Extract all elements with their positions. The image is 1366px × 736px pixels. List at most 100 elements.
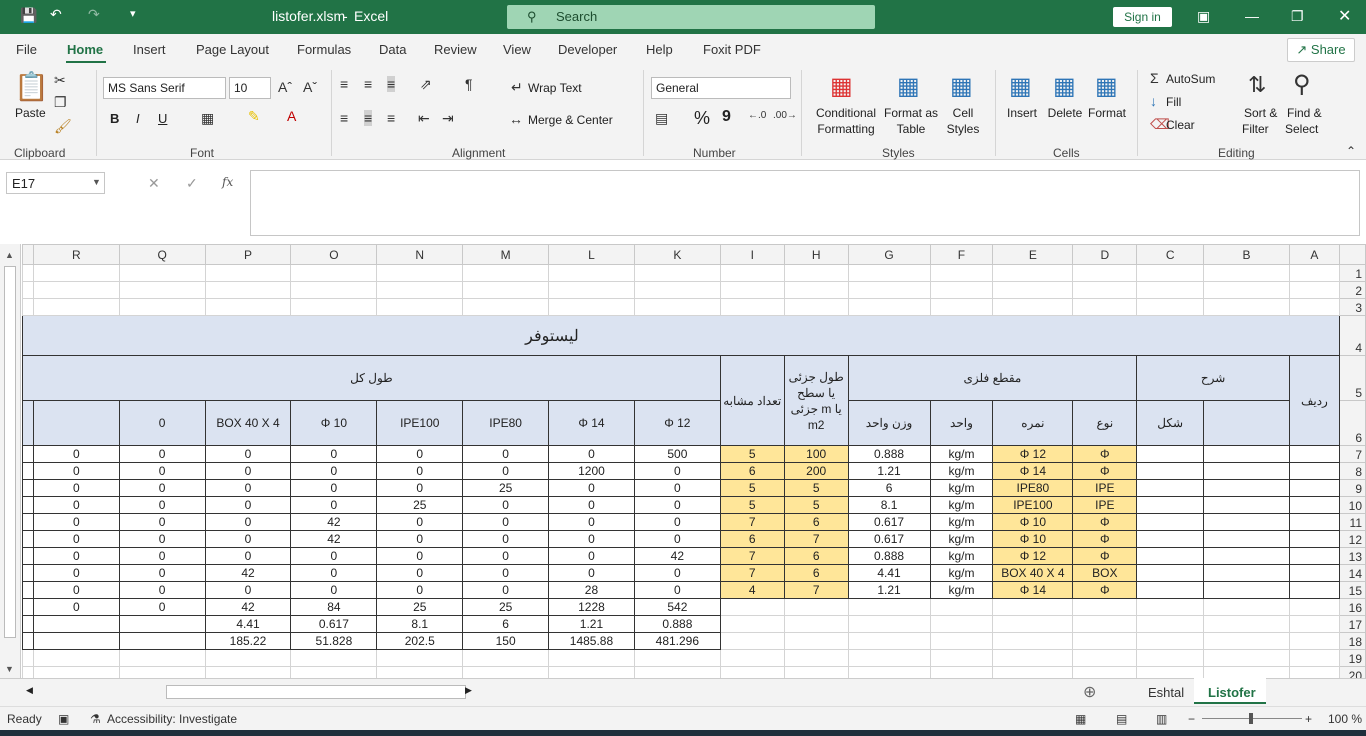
cell-l[interactable]: 0	[548, 530, 635, 548]
cell[interactable]	[22, 281, 34, 299]
cell[interactable]	[992, 281, 1074, 299]
cell-l[interactable]: 0	[548, 513, 635, 531]
cell-size[interactable]: Φ 12	[992, 445, 1074, 463]
cell[interactable]	[204, 298, 292, 316]
cell-partial-length[interactable]: 100	[783, 445, 849, 463]
cell[interactable]	[929, 615, 994, 633]
cell-count[interactable]: 4	[719, 581, 785, 599]
header-cell[interactable]	[22, 400, 34, 446]
cell[interactable]	[118, 632, 206, 650]
cell[interactable]	[1203, 462, 1290, 480]
zoom-in-icon[interactable]: +	[1305, 712, 1312, 726]
cell[interactable]	[1288, 598, 1340, 616]
insert-function-button[interactable]: fx	[222, 175, 233, 189]
increase-decimal-icon[interactable]: ←.0	[748, 110, 766, 121]
cell-q[interactable]: 0	[118, 530, 206, 548]
cell-o[interactable]: 42	[290, 513, 378, 531]
column-header[interactable]: L	[548, 244, 635, 265]
tab-home[interactable]: Home	[67, 42, 103, 57]
cell-o[interactable]: 0	[290, 479, 378, 497]
cell-unit[interactable]: kg/m	[929, 479, 994, 497]
row-header[interactable]: 9	[1338, 479, 1366, 497]
increase-indent-icon[interactable]: ⇥	[442, 110, 454, 127]
share-button[interactable]: ↗ Share	[1287, 38, 1355, 62]
cell[interactable]	[22, 598, 34, 616]
cell-row-number[interactable]	[1288, 445, 1340, 463]
cell-total[interactable]: 0	[32, 598, 120, 616]
cell-unit[interactable]: kg/m	[929, 462, 994, 480]
find-select-button[interactable]: Find &	[1287, 106, 1322, 120]
cell-n[interactable]: 0	[376, 564, 464, 582]
cell-size[interactable]: Φ 10	[992, 530, 1074, 548]
header-size-column[interactable]: BOX 40 X 4	[204, 400, 292, 446]
cell[interactable]	[118, 649, 206, 667]
cell[interactable]	[22, 298, 34, 316]
format-as-table-button[interactable]: Format as	[884, 106, 938, 120]
accessibility-status[interactable]: Accessibility: Investigate	[107, 712, 237, 726]
cell[interactable]	[1136, 598, 1205, 616]
cell-size[interactable]: Φ 10	[992, 513, 1074, 531]
decrease-font-icon[interactable]: Aˇ	[303, 79, 317, 95]
align-left-icon[interactable]: ≡	[340, 110, 348, 126]
cell-o[interactable]: 42	[290, 530, 378, 548]
cell-row-number[interactable]	[1288, 513, 1340, 531]
cell[interactable]	[847, 281, 931, 299]
cell[interactable]	[633, 281, 721, 299]
cell-q[interactable]: 0	[118, 496, 206, 514]
cell[interactable]	[719, 298, 785, 316]
scroll-left-icon[interactable]: ◀	[26, 685, 33, 696]
cell[interactable]	[929, 632, 994, 650]
name-box-dropdown-icon[interactable]: ▼	[92, 177, 101, 187]
cell[interactable]	[719, 666, 785, 678]
cell-unit-weight-total[interactable]: 0.617	[290, 615, 378, 633]
row-header[interactable]: 11	[1338, 513, 1366, 531]
cell-row-number[interactable]	[1288, 581, 1340, 599]
cell[interactable]	[1288, 298, 1340, 316]
cell[interactable]	[847, 666, 931, 678]
cell[interactable]	[783, 598, 849, 616]
font-name-select[interactable]: MS Sans Serif	[103, 77, 226, 99]
cell-type[interactable]: Φ	[1072, 547, 1138, 565]
cell-l[interactable]: 28	[548, 581, 635, 599]
column-header[interactable]: Q	[118, 244, 206, 265]
cell[interactable]	[1203, 666, 1290, 678]
cell-total[interactable]: 542	[633, 598, 721, 616]
orientation-icon[interactable]: ⇗	[420, 76, 432, 93]
tab-insert[interactable]: Insert	[133, 42, 166, 57]
column-header[interactable]: B	[1203, 244, 1290, 265]
cell-total[interactable]: 0	[118, 598, 206, 616]
row-header[interactable]: 1	[1338, 264, 1366, 282]
cell-p[interactable]: 0	[204, 479, 292, 497]
font-size-select[interactable]: 10	[229, 77, 271, 99]
cell[interactable]	[992, 298, 1074, 316]
cell-unit-weight[interactable]: 6	[847, 479, 931, 497]
row-header[interactable]: 16	[1338, 598, 1366, 616]
column-header-blank[interactable]	[22, 244, 34, 265]
cell-r[interactable]: 0	[32, 564, 120, 582]
header-size-column[interactable]: Φ 14	[548, 400, 635, 446]
column-header[interactable]: H	[783, 244, 849, 265]
cell-count[interactable]: 5	[719, 479, 785, 497]
column-header[interactable]: I	[719, 244, 785, 265]
cell[interactable]	[847, 615, 931, 633]
cell-size[interactable]: Φ 14	[992, 581, 1074, 599]
cell[interactable]	[992, 666, 1074, 678]
increase-font-icon[interactable]: Aˆ	[278, 79, 292, 95]
cell[interactable]	[1203, 598, 1290, 616]
cell[interactable]	[783, 615, 849, 633]
font-color-icon[interactable]: A	[287, 108, 296, 124]
cell[interactable]	[32, 281, 120, 299]
cell[interactable]	[548, 298, 635, 316]
cell[interactable]	[1203, 530, 1290, 548]
cell[interactable]	[204, 264, 292, 282]
align-bottom-icon[interactable]: ≡	[387, 76, 396, 92]
cell-unit-weight-total[interactable]: 6	[462, 615, 550, 633]
cell[interactable]	[548, 666, 635, 678]
cell[interactable]	[290, 264, 378, 282]
header-partial-length[interactable]: طول جزئی یا سطح جزئی m یا m2	[783, 355, 849, 446]
header-size-column[interactable]: Φ 10	[290, 400, 378, 446]
cell-count[interactable]: 7	[719, 547, 785, 565]
cell[interactable]	[548, 281, 635, 299]
cell-p[interactable]: 0	[204, 581, 292, 599]
cell-shape[interactable]	[1136, 581, 1205, 599]
